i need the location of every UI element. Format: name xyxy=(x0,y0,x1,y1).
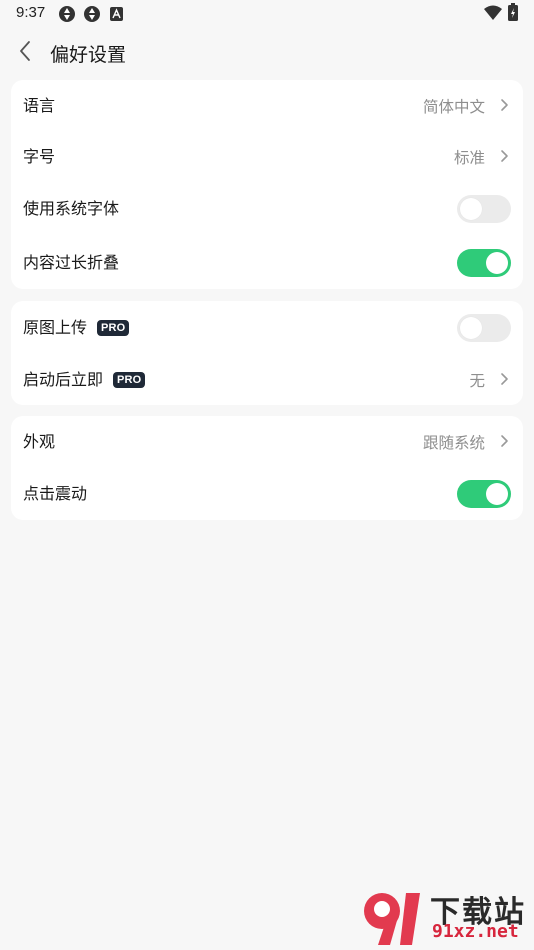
battery-icon xyxy=(508,3,518,25)
original-image-upload-toggle[interactable] xyxy=(457,314,511,342)
tap-vibration-toggle[interactable] xyxy=(457,480,511,508)
collapse-long-content-toggle[interactable] xyxy=(457,249,511,277)
watermark-mark-icon xyxy=(364,893,420,945)
collapse-long-content-setting-row: 内容过长折叠 xyxy=(11,237,523,289)
row-label: 使用系统字体 xyxy=(23,199,120,218)
settings-group-general: 语言 简体中文 字号 标准 使用系统字体 内容过长折叠 xyxy=(11,80,523,289)
system-font-setting-row: 使用系统字体 xyxy=(11,183,523,235)
sync-icon xyxy=(83,5,101,27)
settings-group-pro: 原图上传 PRO 启动后立即 PRO 无 xyxy=(11,301,523,405)
system-font-toggle[interactable] xyxy=(457,195,511,223)
toggle-knob xyxy=(460,198,482,220)
row-value: 跟随系统 xyxy=(422,434,485,452)
toggle-knob xyxy=(486,252,508,274)
row-label: 内容过长折叠 xyxy=(23,253,120,272)
original-image-upload-setting-row: 原图上传 PRO xyxy=(11,302,523,354)
wifi-icon xyxy=(484,5,502,25)
pro-badge: PRO xyxy=(113,372,146,388)
row-label: 语言 xyxy=(23,96,56,115)
on-launch-setting-row[interactable]: 启动后立即 PRO 无 xyxy=(11,354,523,406)
chevron-right-icon xyxy=(500,148,509,167)
pro-badge: PRO xyxy=(97,320,130,336)
app-notification-icon xyxy=(110,6,123,25)
settings-group-appearance: 外观 跟随系统 点击震动 xyxy=(11,416,523,520)
font-size-setting-row[interactable]: 字号 标准 xyxy=(11,131,523,183)
row-label: 原图上传 xyxy=(23,318,88,337)
chevron-left-icon xyxy=(18,40,32,66)
page-title: 偏好设置 xyxy=(50,44,127,66)
row-label: 点击震动 xyxy=(23,484,88,503)
sync-icon xyxy=(58,5,76,27)
chevron-right-icon xyxy=(500,97,509,116)
row-label: 启动后立即 xyxy=(23,370,104,389)
tap-vibration-setting-row: 点击震动 xyxy=(11,468,523,520)
row-value: 无 xyxy=(469,372,485,390)
chevron-right-icon xyxy=(500,371,509,390)
row-label: 字号 xyxy=(23,147,56,166)
language-setting-row[interactable]: 语言 简体中文 xyxy=(11,80,523,132)
status-time: 9:37 xyxy=(16,4,46,21)
appearance-setting-row[interactable]: 外观 跟随系统 xyxy=(11,416,523,468)
watermark-logo: 下载站 91xz.net xyxy=(360,887,530,947)
toggle-knob xyxy=(460,317,482,339)
app-header: 偏好设置 xyxy=(0,30,534,78)
toggle-knob xyxy=(486,483,508,505)
watermark-url: 91xz.net xyxy=(432,921,519,942)
row-label: 外观 xyxy=(23,432,56,451)
status-bar: 9:37 xyxy=(0,0,534,28)
row-value: 简体中文 xyxy=(422,98,485,116)
back-button[interactable] xyxy=(10,38,40,68)
chevron-right-icon xyxy=(500,433,509,452)
row-value: 标准 xyxy=(453,149,485,167)
